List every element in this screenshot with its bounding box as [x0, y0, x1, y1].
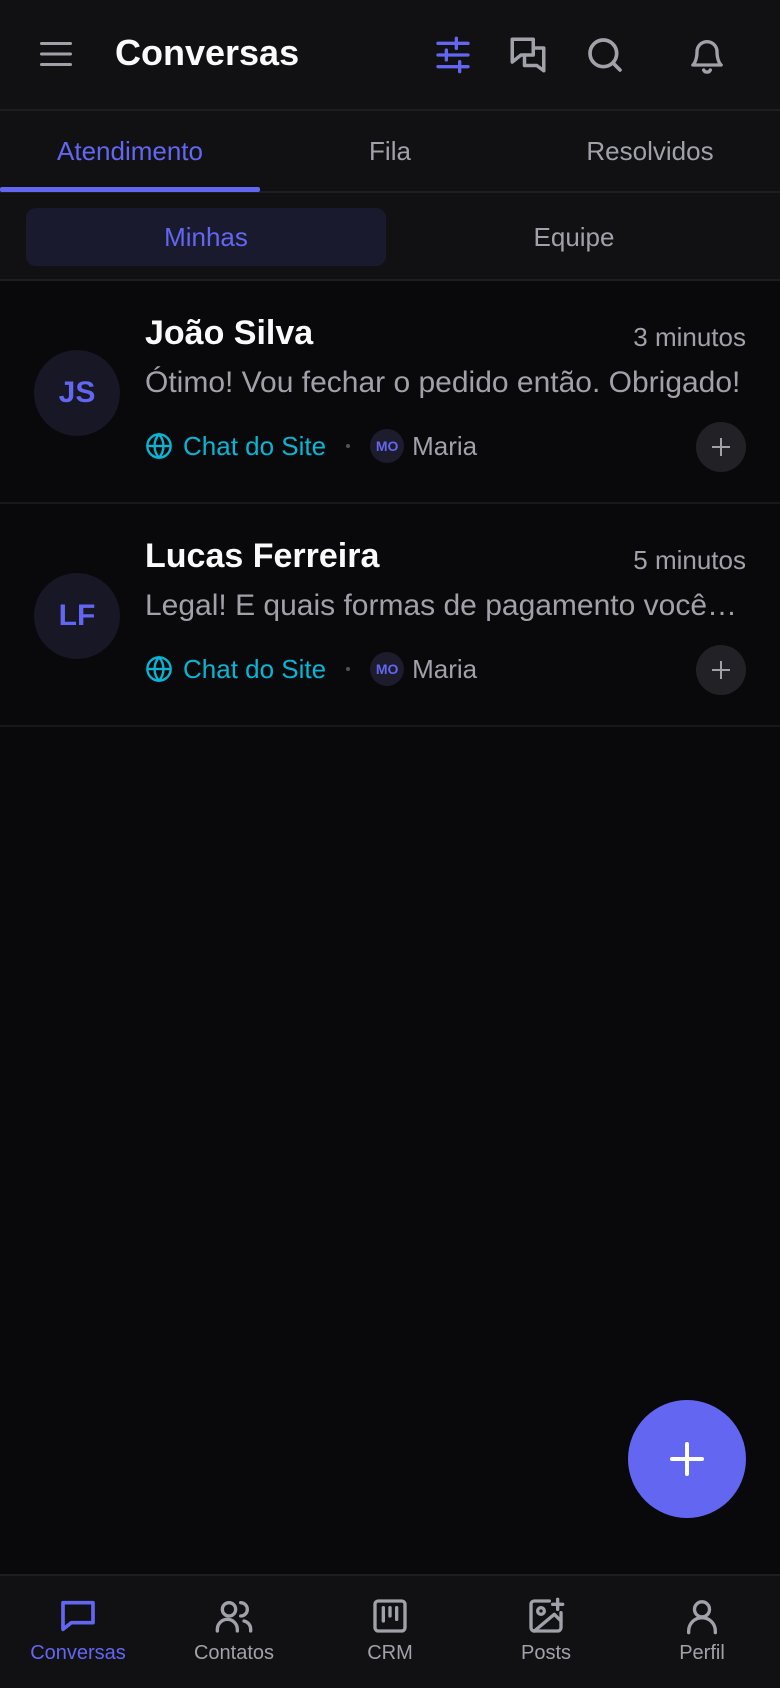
new-conversation-button[interactable]	[628, 1400, 746, 1518]
app-header: Conversas	[0, 0, 780, 111]
separator-dot	[346, 667, 351, 671]
nav-label: CRM	[367, 1642, 413, 1664]
tab-resolvidos[interactable]: Resolvidos	[520, 111, 780, 191]
nav-crm[interactable]: CRM	[312, 1576, 468, 1688]
bell-icon	[691, 40, 723, 74]
agent-name: Maria	[412, 430, 478, 461]
filter-sliders-icon	[436, 36, 470, 74]
conversation-time: 5 minutos	[633, 545, 746, 575]
contact-avatar: JS	[34, 350, 120, 436]
nav-posts[interactable]: Posts	[468, 1576, 624, 1688]
menu-icon	[40, 42, 72, 66]
tab-fila[interactable]: Fila	[260, 111, 520, 191]
users-icon	[215, 1601, 253, 1633]
agent-name: Maria	[412, 653, 478, 684]
add-button[interactable]	[696, 422, 746, 472]
plus-icon	[712, 438, 730, 456]
conversation-item[interactable]: JS João Silva 3 minutos Ótimo! Vou fecha…	[0, 282, 780, 504]
conversation-item[interactable]: LF Lucas Ferreira 5 minutos Legal! E qua…	[0, 505, 780, 727]
segment-equipe[interactable]: Equipe	[394, 208, 754, 266]
nav-perfil[interactable]: Perfil	[624, 1576, 780, 1688]
last-message: Ótimo! Vou fechar o pedido então. Obriga…	[145, 366, 741, 399]
contact-avatar: LF	[34, 573, 120, 659]
tab-atendimento[interactable]: Atendimento	[0, 111, 260, 191]
menu-button[interactable]	[32, 30, 80, 78]
nav-label: Contatos	[193, 1642, 275, 1664]
chats-icon	[510, 37, 546, 73]
bottom-navigation: Conversas Contatos CRM Posts Perfil	[0, 1574, 780, 1688]
image-plus-icon	[529, 1597, 565, 1633]
add-button[interactable]	[696, 645, 746, 695]
globe-icon	[146, 432, 172, 460]
user-icon	[687, 1600, 717, 1635]
active-tab-indicator	[0, 187, 260, 192]
nav-label: Posts	[520, 1642, 572, 1664]
notifications-button[interactable]	[682, 30, 732, 80]
kanban-icon	[373, 1599, 407, 1633]
filter-button[interactable]	[428, 30, 478, 80]
nav-label: Perfil	[679, 1642, 725, 1664]
chats-button[interactable]	[503, 30, 553, 80]
owner-segment-control: Minhas Equipe	[0, 193, 780, 281]
search-button[interactable]	[580, 30, 630, 80]
agent-avatar: MO	[370, 652, 405, 686]
channel-label: Chat do Site	[183, 430, 327, 461]
segment-minhas[interactable]: Minhas	[26, 208, 386, 266]
nav-contatos[interactable]: Contatos	[156, 1576, 312, 1688]
nav-conversas[interactable]: Conversas	[0, 1576, 156, 1688]
conversation-meta: Chat do Site MO Maria	[145, 426, 477, 466]
search-icon	[588, 38, 622, 72]
agent-avatar: MO	[370, 429, 405, 463]
separator-dot	[346, 444, 351, 448]
contact-name: João Silva	[145, 314, 314, 352]
plus-icon	[670, 1442, 704, 1476]
globe-icon	[146, 655, 172, 683]
nav-label: Conversas	[30, 1642, 126, 1664]
page-title: Conversas	[115, 32, 300, 73]
status-tabs: Atendimento Fila Resolvidos	[0, 111, 780, 193]
chat-bubble-icon	[61, 1600, 95, 1632]
conversation-time: 3 minutos	[633, 322, 746, 352]
channel-label: Chat do Site	[183, 653, 327, 684]
last-message: Legal! E quais formas de pagamento vocês…	[145, 589, 745, 622]
contact-name: Lucas Ferreira	[145, 537, 380, 575]
conversation-meta: Chat do Site MO Maria	[145, 649, 477, 689]
plus-icon	[712, 661, 730, 679]
